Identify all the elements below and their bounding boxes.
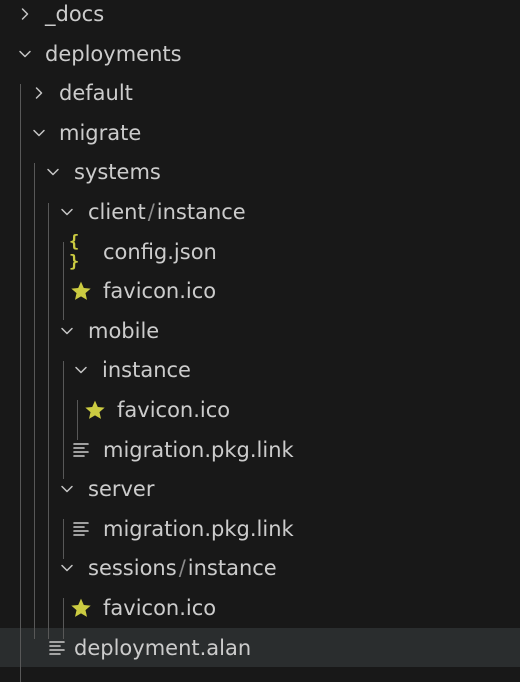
tree-item-name: instance (102, 358, 191, 383)
tree-item-label: sessions/instance (88, 555, 277, 581)
tree-item-label: client/instance (88, 199, 246, 225)
tree-item-name: _docs (45, 2, 105, 26)
chevron-right-icon[interactable] (17, 6, 33, 22)
chevron-down-icon[interactable] (59, 481, 75, 497)
lines-icon (45, 637, 69, 659)
tree-item-name: deployments (45, 41, 182, 66)
chevron-down-icon[interactable] (45, 164, 61, 180)
explorer-tree: _docs deployments default migrate systems cli… (0, 0, 520, 682)
tree-item-name: migrate (59, 120, 142, 145)
tree-item-name: migration.pkg.link (103, 437, 294, 462)
tree-item-label: systems (74, 159, 161, 185)
tree-file-row[interactable]: favicon.ico (0, 390, 520, 430)
indent-guide (63, 242, 64, 320)
tree-item-name: favicon.ico (103, 596, 217, 620)
chevron-down-icon[interactable] (59, 204, 75, 220)
tree-folder-row[interactable]: migrate (0, 113, 520, 153)
tree-file-row[interactable]: { } config.json (0, 232, 520, 272)
tree-folder-row[interactable]: instance (0, 350, 520, 390)
tree-item-label: instance (102, 357, 191, 383)
tree-item-label: migration.pkg.link (103, 516, 294, 542)
tree-folder-row[interactable]: mobile (0, 311, 520, 351)
lines-icon (69, 518, 93, 540)
tree-folder-row[interactable]: sessions/instance (0, 548, 520, 588)
tree-folder-row[interactable]: client/instance (0, 192, 520, 232)
indent-guide (48, 203, 49, 639)
tree-file-row[interactable]: migration.pkg.link (0, 509, 520, 549)
tree-folder-row[interactable]: default (0, 73, 520, 113)
tree-folder-row[interactable]: server (0, 469, 520, 509)
tree-folder-row[interactable]: deployments (0, 34, 520, 74)
tree-folder-row[interactable]: _docs (0, 0, 520, 34)
tree-file-row[interactable]: migration.pkg.link (0, 430, 520, 470)
tree-item-label: server (88, 476, 154, 502)
tree-item-label: migration.pkg.link (103, 437, 294, 463)
tree-item-name: favicon.ico (103, 279, 217, 304)
tree-item-name: client (88, 200, 146, 224)
tree-item-name: deployment.alan (74, 635, 252, 660)
star-icon (69, 597, 93, 619)
tree-item-label: _docs (45, 1, 104, 27)
compact-folder-separator: / (147, 200, 155, 224)
lines-icon (69, 439, 93, 461)
tree-item-label: favicon.ico (103, 278, 216, 304)
chevron-down-icon[interactable] (17, 46, 33, 62)
star-icon (69, 280, 93, 302)
tree-item-label: deployment.alan (74, 635, 251, 661)
indent-guide (34, 163, 35, 639)
chevron-down-icon[interactable] (59, 323, 75, 339)
star-icon (83, 399, 107, 421)
chevron-down-icon[interactable] (31, 125, 47, 141)
tree-file-row[interactable]: favicon.ico (0, 271, 520, 311)
chevron-down-icon[interactable] (59, 560, 75, 576)
tree-item-label: favicon.ico (117, 397, 230, 423)
indent-guide (63, 361, 64, 479)
tree-item-name: favicon.ico (117, 398, 231, 422)
indent-guide (77, 400, 78, 440)
tree-item-subfolder-name: instance (187, 556, 277, 581)
tree-item-name: server (88, 477, 155, 502)
tree-item-label: deployments (45, 41, 182, 67)
tree-item-subfolder-name: instance (156, 200, 246, 224)
tree-item-name: mobile (88, 318, 160, 343)
json-braces-icon: { } (69, 231, 81, 272)
tree-file-row[interactable]: favicon.ico (0, 588, 520, 628)
tree-item-name: migration.pkg.link (103, 516, 294, 541)
tree-item-label: default (59, 80, 133, 106)
chevron-right-icon[interactable] (31, 85, 47, 101)
tree-item-name: sessions (88, 556, 177, 581)
tree-item-label: config.json (103, 239, 217, 265)
tree-item-name: default (59, 81, 133, 106)
compact-folder-separator: / (178, 556, 186, 581)
tree-item-label: mobile (88, 318, 159, 344)
tree-item-name: config.json (103, 239, 217, 264)
chevron-down-icon[interactable] (73, 362, 89, 378)
tree-item-label: favicon.ico (103, 595, 216, 621)
tree-item-label: migrate (59, 120, 141, 146)
indent-guide (20, 84, 21, 682)
indent-guide (63, 598, 64, 639)
tree-folder-row[interactable]: systems (0, 152, 520, 192)
indent-guide (63, 519, 64, 559)
tree-file-row[interactable]: deployment.alan (0, 627, 520, 668)
tree-item-name: systems (74, 160, 161, 185)
